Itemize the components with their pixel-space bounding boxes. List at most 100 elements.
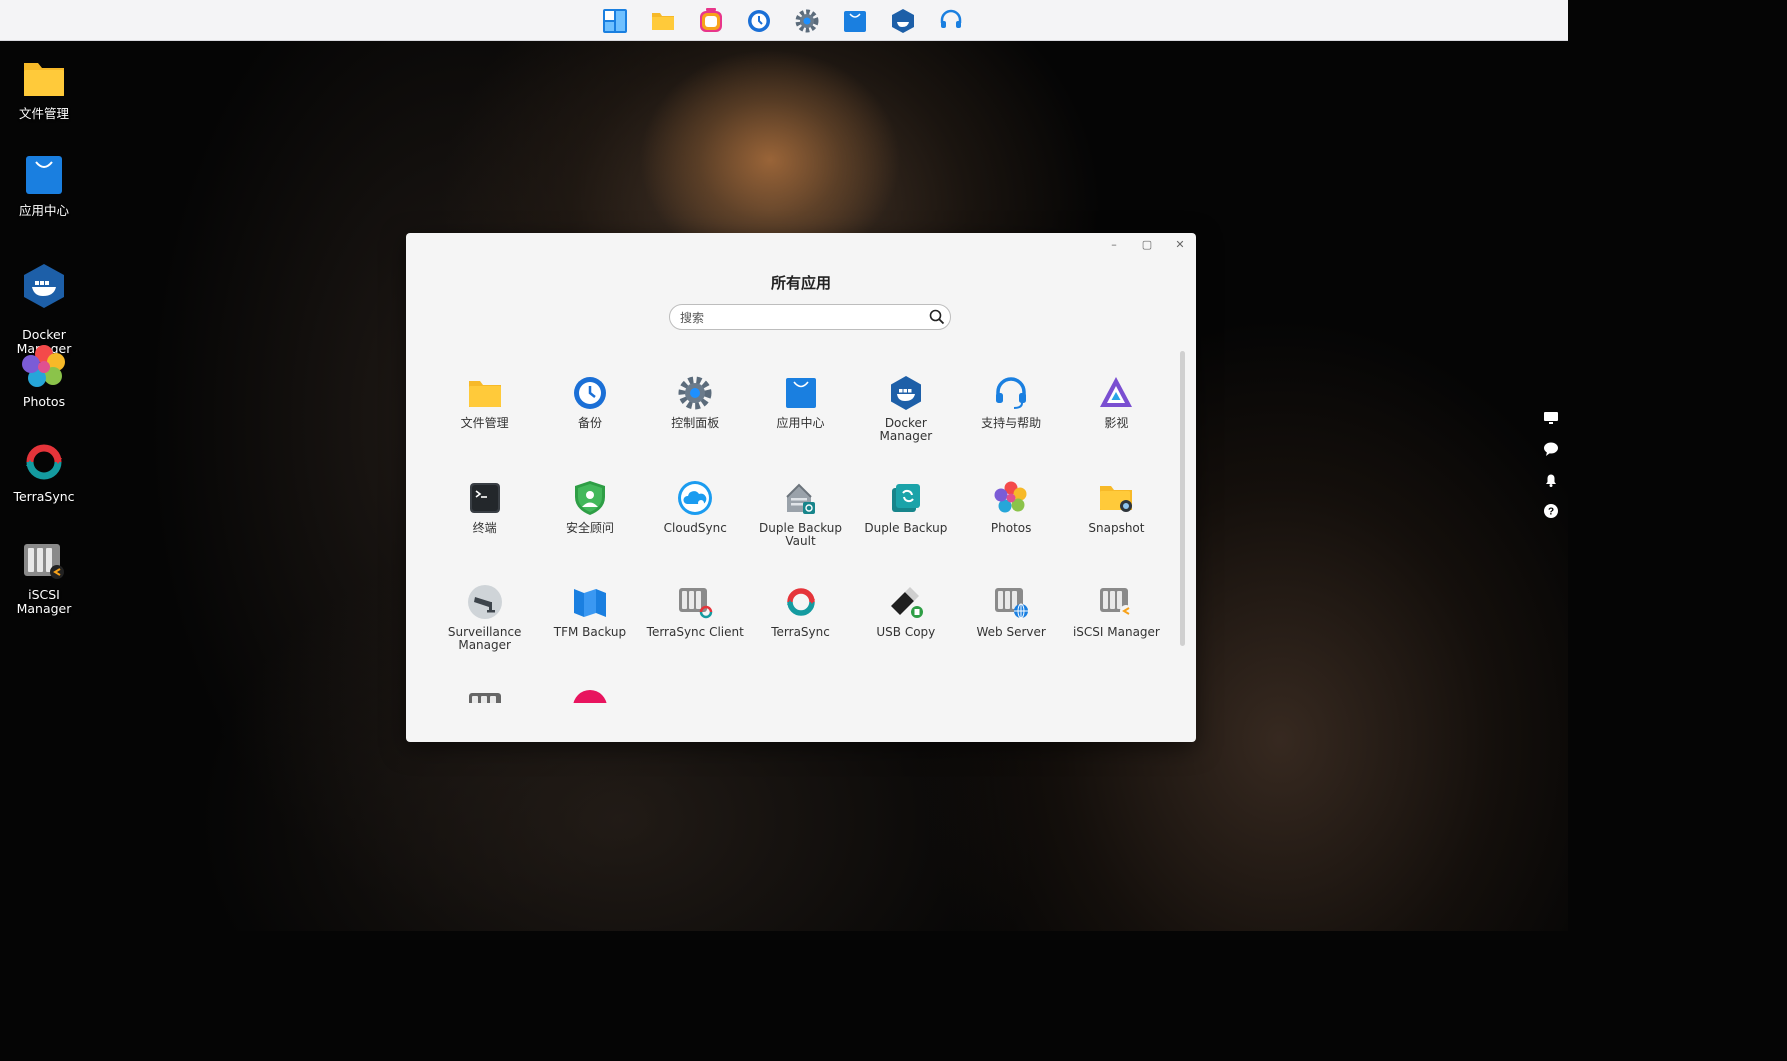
terrasync-icon (26, 444, 62, 480)
terrasync-icon (786, 588, 815, 616)
folder-icon (468, 381, 501, 407)
app-video[interactable]: 影视 (1064, 363, 1169, 468)
app-iscsi-manager[interactable]: iSCSI Manager (1064, 572, 1169, 677)
app-label: 安全顾问 (565, 520, 614, 535)
help-icon: ? (1544, 504, 1558, 518)
photos-icon (22, 345, 65, 387)
desktop-icon-file-manager[interactable]: 文件管理 (0, 55, 88, 121)
app-label: 应用中心 (776, 416, 825, 430)
docker-icon (890, 376, 921, 410)
app-terrasync[interactable]: TerraSync (748, 572, 853, 677)
minimize-button[interactable]: – (1106, 237, 1122, 253)
app-support[interactable]: 支持与帮助 (958, 363, 1063, 468)
app-label: Duple Backup Vault (759, 520, 843, 548)
app-docker-manager[interactable]: Docker Manager (853, 363, 958, 468)
desktop-icon-label: TerraSync (13, 489, 75, 504)
apps-grid: 文件管理 备份 控制面板 应用中心 Docker Manager 支持与帮助 影… (432, 363, 1172, 703)
app-pink[interactable] (537, 677, 642, 703)
taskbar (0, 0, 1568, 41)
svg-text:?: ? (1548, 507, 1554, 518)
app-nas[interactable] (432, 677, 537, 703)
app-label: Docker Manager (879, 416, 933, 443)
all-apps-window: – ▢ ✕ 所有应用 文件管理 备份 控制面板 应用中心 (406, 233, 1196, 742)
maximize-button[interactable]: ▢ (1139, 237, 1155, 253)
support-button[interactable] (936, 6, 966, 36)
close-button[interactable]: ✕ (1172, 237, 1188, 253)
app-label: 控制面板 (671, 416, 720, 430)
app-center-icon (844, 11, 866, 32)
start-menu-icon (603, 9, 627, 33)
docker-icon (24, 264, 64, 308)
start-menu-button[interactable] (600, 6, 630, 36)
app-surveillance-manager[interactable]: Surveillance Manager (432, 572, 537, 677)
iscsi-icon (24, 544, 64, 579)
notifications-button[interactable] (1543, 472, 1559, 488)
desktop-icon-app-center[interactable]: 应用中心 (0, 152, 88, 218)
backup-icon (748, 10, 770, 32)
settings-button[interactable] (792, 6, 822, 36)
app-backup[interactable]: 备份 (537, 363, 642, 468)
app-label: CloudSync (663, 520, 727, 535)
app-cloudsync[interactable]: CloudSync (643, 468, 748, 573)
shield-icon (574, 480, 605, 515)
app-duple-backup-vault[interactable]: Duple Backup Vault (748, 468, 853, 573)
desktop-icon-iscsi-manager[interactable]: iSCSI Manager (0, 536, 88, 616)
message-icon (1544, 442, 1558, 456)
app-web-server[interactable]: Web Server (958, 572, 1063, 677)
taskbar-dock (600, 6, 966, 36)
headset-icon (996, 377, 1027, 409)
app-label: TerraSync (771, 625, 830, 639)
settings-icon (795, 9, 819, 33)
app-duple-backup[interactable]: Duple Backup (853, 468, 958, 573)
side-toolbar: ? (1543, 410, 1561, 534)
search-icon[interactable] (929, 309, 945, 325)
app-photos[interactable]: Photos (958, 468, 1063, 573)
desktop-icon-photos[interactable]: Photos (0, 343, 88, 409)
vault-house-icon (785, 483, 815, 514)
app-snapshot[interactable]: Snapshot (1064, 468, 1169, 573)
nas-icon (468, 692, 501, 703)
search-box (669, 304, 951, 330)
snapshot-folder-icon (1100, 485, 1133, 512)
scrollbar[interactable] (1180, 351, 1185, 646)
terminal-icon (469, 482, 500, 513)
search-input[interactable] (678, 308, 922, 328)
app-security-advisor[interactable]: 安全顾问 (537, 468, 642, 573)
app-center-button[interactable] (840, 6, 870, 36)
app-tfm-backup[interactable]: TFM Backup (537, 572, 642, 677)
display-icon (1544, 412, 1558, 424)
support-icon (940, 9, 962, 28)
app-center-icon (26, 156, 62, 194)
message-button[interactable] (1543, 441, 1559, 457)
pink-circle-icon (573, 689, 607, 703)
app-usb-copy[interactable]: USB Copy (853, 572, 958, 677)
app-label: TerraSync Client (646, 625, 744, 639)
window-title: 所有应用 (770, 274, 831, 292)
app-terminal[interactable]: 终端 (432, 468, 537, 573)
desktop-icon-terrasync[interactable]: TerraSync (0, 438, 88, 504)
duple-backup-icon (891, 483, 920, 512)
app-label: 终端 (472, 520, 497, 535)
file-manager-button[interactable] (648, 6, 678, 36)
app-label: 支持与帮助 (981, 416, 1042, 430)
app-terrasync-client[interactable]: TerraSync Client (643, 572, 748, 677)
app-label: 影视 (1104, 416, 1129, 430)
app-file-manager[interactable]: 文件管理 (432, 363, 537, 468)
media-triangle-icon (1100, 377, 1133, 407)
docker-icon (892, 9, 914, 33)
display-button[interactable] (1543, 410, 1559, 426)
app-label: 文件管理 (460, 416, 509, 430)
shopping-bag-icon (785, 378, 816, 408)
desktop-icon-label: 文件管理 (18, 106, 69, 121)
usb-drive-icon (890, 587, 923, 618)
nas-sync-icon (679, 588, 713, 619)
media-button[interactable] (696, 6, 726, 36)
backup-button[interactable] (744, 6, 774, 36)
app-label: iSCSI Manager (1072, 625, 1160, 639)
app-control-panel[interactable]: 控制面板 (643, 363, 748, 468)
nas-globe-icon (995, 588, 1029, 619)
map-book-icon (573, 589, 606, 617)
docker-button[interactable] (888, 6, 918, 36)
help-button[interactable]: ? (1543, 503, 1559, 519)
app-app-center[interactable]: 应用中心 (748, 363, 853, 468)
